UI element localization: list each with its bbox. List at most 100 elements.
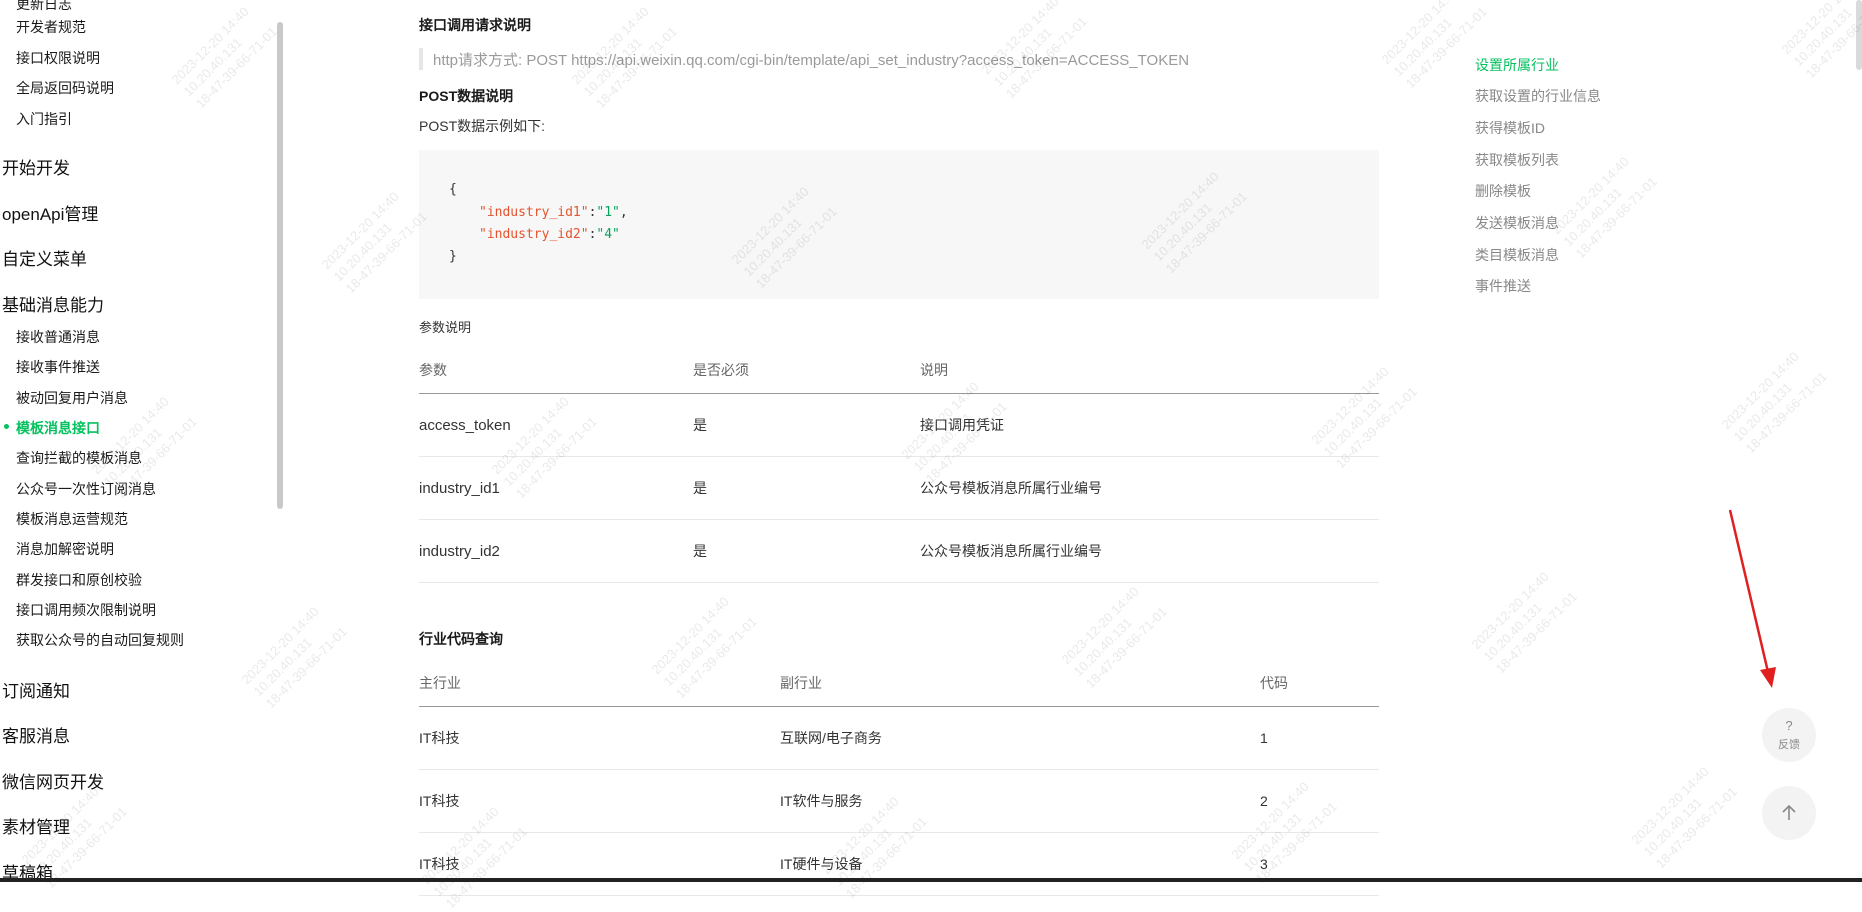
request-heading: 接口调用请求说明	[419, 17, 531, 33]
table-cell: industry_id2	[419, 519, 693, 583]
sidebar-group-customer-service[interactable]: 客服消息	[2, 722, 70, 747]
toc-item-template-list[interactable]: 获取模板列表	[1475, 150, 1559, 170]
table-cell: 公众号模板消息所属行业编号	[920, 519, 1379, 583]
code-open-brace: {	[449, 182, 457, 197]
table-cell: access_token	[419, 393, 693, 457]
watermark: 2023-12-20 14:40 10.20.40.131 18-47-39-6…	[1468, 568, 1580, 677]
toc-item-set-industry[interactable]: 设置所属行业	[1475, 55, 1559, 75]
table-row: IT科技 互联网/电子商务 1	[419, 706, 1379, 770]
code-value: "1"	[596, 205, 620, 220]
table-cell: IT软件与服务	[780, 769, 1260, 833]
table-row: IT科技 IT硬件与设备 3	[419, 832, 1379, 896]
sidebar-item-passive-reply[interactable]: 被动回复用户消息	[16, 388, 128, 408]
annotation-arrow-icon	[1728, 509, 1776, 688]
sidebar-item-getting-started[interactable]: 入门指引	[16, 109, 72, 129]
sidebar-item-receive-msg[interactable]: 接收普通消息	[16, 327, 100, 347]
toc-item-get-template-id[interactable]: 获得模板ID	[1475, 118, 1545, 138]
sidebar-group-subscribe[interactable]: 订阅通知	[2, 677, 70, 702]
sidebar-group-basic-msg[interactable]: 基础消息能力	[2, 291, 104, 316]
table-header-row: 参数 是否必须 说明	[419, 347, 1379, 394]
question-mark-icon: ?	[1785, 718, 1793, 733]
feedback-label: 反馈	[1778, 739, 1800, 751]
table-header-row: 主行业 副行业 代码	[419, 660, 1379, 707]
sidebar-group-custom-menu[interactable]: 自定义菜单	[2, 245, 87, 270]
sidebar-item-dev-spec[interactable]: 开发者规范	[16, 17, 86, 37]
toc-item-get-industry[interactable]: 获取设置的行业信息	[1475, 86, 1601, 106]
sidebar-item-api-permission[interactable]: 接口权限说明	[16, 48, 100, 68]
table-header-cell: 参数	[419, 347, 693, 394]
table-cell: 1	[1260, 706, 1379, 770]
sidebar-item-template-msg[interactable]: 模板消息接口	[16, 418, 100, 438]
table-row: industry_id2 是 公众号模板消息所属行业编号	[419, 519, 1379, 583]
toc-item-event-push[interactable]: 事件推送	[1475, 276, 1531, 296]
sidebar-item-changelog[interactable]: 更新日志	[16, 0, 72, 14]
code-key: "industry_id2"	[479, 227, 589, 242]
sidebar-item-blocked-template[interactable]: 查询拦截的模板消息	[16, 448, 142, 468]
sidebar-scrollbar[interactable]	[277, 22, 283, 509]
sidebar-item-template-rules[interactable]: 模板消息运营规范	[16, 509, 128, 529]
watermark: 2023-12-20 14:40 10.20.40.131 18-47-39-6…	[318, 188, 430, 297]
sidebar-item-encryption[interactable]: 消息加解密说明	[16, 539, 114, 559]
code-key: "industry_id1"	[479, 205, 589, 220]
table-row: industry_id1 是 公众号模板消息所属行业编号	[419, 456, 1379, 520]
sidebar-nav: 更新日志 开发者规范 接口权限说明 全局返回码说明 入门指引 开始开发 open…	[0, 0, 283, 882]
table-header-cell: 代码	[1260, 660, 1379, 707]
code-value: "4"	[596, 227, 620, 242]
params-table: 参数 是否必须 说明 access_token 是 接口调用凭证 industr…	[419, 347, 1379, 583]
table-cell: 接口调用凭证	[920, 393, 1379, 457]
watermark: 2023-12-20 14:40 10.20.40.131 18-47-39-6…	[1718, 348, 1830, 457]
table-cell: IT科技	[419, 832, 780, 896]
table-header-cell: 副行业	[780, 660, 1260, 707]
sidebar-group-openapi[interactable]: openApi管理	[2, 200, 98, 225]
table-row: IT科技 IT软件与服务 2	[419, 769, 1379, 833]
table-cell: IT科技	[419, 706, 780, 770]
table-cell: 是	[693, 393, 920, 457]
sidebar-item-receive-event[interactable]: 接收事件推送	[16, 357, 100, 377]
table-cell: 是	[693, 519, 920, 583]
industry-heading: 行业代码查询	[419, 631, 503, 647]
code-line-1: "industry_id1":"1",	[479, 205, 628, 220]
table-cell: 公众号模板消息所属行业编号	[920, 456, 1379, 520]
http-request-line: http请求方式: POST https://api.weixin.qq.com…	[433, 52, 1190, 69]
toc-item-send-template[interactable]: 发送模板消息	[1475, 213, 1559, 233]
sidebar-group-start-dev[interactable]: 开始开发	[2, 154, 70, 179]
sidebar-item-return-codes[interactable]: 全局返回码说明	[16, 78, 114, 98]
sidebar-group-material[interactable]: 素材管理	[2, 813, 70, 838]
post-heading: POST数据说明	[419, 88, 514, 104]
table-cell: IT硬件与设备	[780, 832, 1260, 896]
code-close-brace: }	[449, 249, 457, 264]
toc-item-delete-template[interactable]: 删除模板	[1475, 181, 1531, 201]
table-row: access_token 是 接口调用凭证	[419, 393, 1379, 457]
table-cell: IT科技	[419, 769, 780, 833]
active-indicator-dot	[4, 424, 9, 429]
table-cell: 2	[1260, 769, 1379, 833]
sidebar-item-rate-limit[interactable]: 接口调用频次限制说明	[16, 600, 156, 620]
sidebar-item-one-time-sub[interactable]: 公众号一次性订阅消息	[16, 479, 156, 499]
table-cell: 是	[693, 456, 920, 520]
feedback-button[interactable]: ? 反馈	[1762, 708, 1816, 762]
table-header-cell: 说明	[920, 347, 1379, 394]
watermark: 2023-12-20 14:40 10.20.40.131 18-47-39-6…	[1548, 153, 1660, 262]
table-header-cell: 主行业	[419, 660, 780, 707]
table-cell: 3	[1260, 832, 1379, 896]
quote-bar	[419, 48, 423, 70]
arrow-up-icon	[1782, 804, 1796, 820]
watermark: 2023-12-20 14:40 10.20.40.131 18-47-39-6…	[1778, 0, 1862, 82]
watermark: 2023-12-20 14:40 10.20.40.131 18-47-39-6…	[1378, 0, 1490, 92]
table-header-cell: 是否必须	[693, 347, 920, 394]
table-cell: industry_id1	[419, 456, 693, 520]
industry-table: 主行业 副行业 代码 IT科技 互联网/电子商务 1 IT科技 IT软件与服务 …	[419, 660, 1379, 896]
sidebar-group-webpage-dev[interactable]: 微信网页开发	[2, 768, 104, 793]
sidebar-item-auto-reply[interactable]: 获取公众号的自动回复规则	[16, 630, 184, 650]
toc-item-category-template[interactable]: 类目模板消息	[1475, 245, 1559, 265]
code-block: { "industry_id1":"1", "industry_id2":"4"…	[419, 150, 1379, 299]
taskbar-edge	[0, 878, 1862, 882]
sidebar-item-mass-send[interactable]: 群发接口和原创校验	[16, 570, 142, 590]
page-scrollbar[interactable]	[1856, 0, 1862, 70]
back-to-top-button[interactable]	[1762, 786, 1816, 840]
table-cell: 互联网/电子商务	[780, 706, 1260, 770]
post-example-label: POST数据示例如下:	[419, 118, 546, 134]
watermark: 2023-12-20 14:40 10.20.40.131 18-47-39-6…	[1628, 763, 1740, 872]
code-line-2: "industry_id2":"4"	[479, 227, 620, 242]
params-label: 参数说明	[419, 320, 472, 335]
